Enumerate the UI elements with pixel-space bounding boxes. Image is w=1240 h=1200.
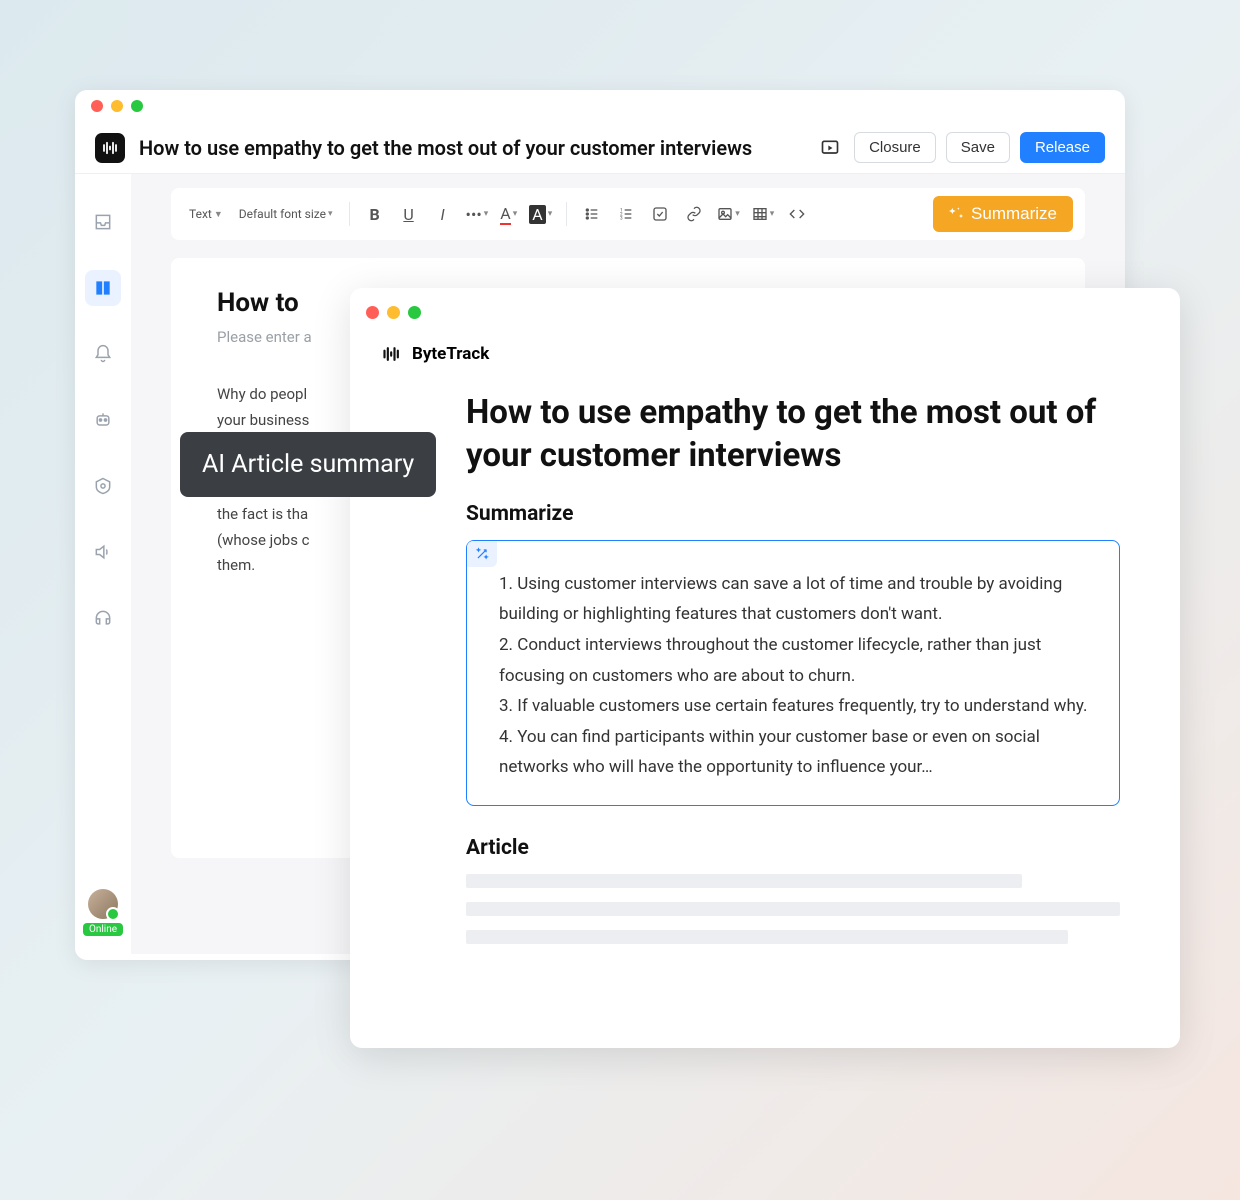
window-titlebar: [75, 90, 1125, 122]
summary-popup-window: ByteTrack How to use empathy to get the …: [350, 288, 1180, 1048]
formatting-toolbar: Text ▼ Default font size ▾ B U I ••• ▾ A…: [171, 188, 1085, 240]
svg-text:3: 3: [620, 215, 623, 221]
article-heading: Article: [466, 836, 1120, 860]
minimize-window-icon[interactable]: [111, 100, 123, 112]
magic-wand-icon[interactable]: [467, 541, 497, 567]
avatar: [88, 889, 118, 919]
font-size-select[interactable]: Default font size ▾: [233, 207, 339, 221]
article-skeleton-line: [466, 874, 1022, 888]
closure-button[interactable]: Closure: [854, 132, 936, 163]
header-actions: Closure Save Release: [816, 132, 1105, 163]
summary-box: 1. Using customer interviews can save a …: [466, 540, 1120, 806]
sidebar-item-docs[interactable]: [85, 270, 121, 306]
document-title: How to use empathy to get the most out o…: [139, 136, 802, 160]
close-window-icon[interactable]: [366, 306, 379, 319]
sidebar-item-audio[interactable]: [85, 534, 121, 570]
sidebar: Online: [75, 174, 131, 954]
sidebar-item-settings[interactable]: [85, 468, 121, 504]
highlight-color-icon[interactable]: A ▾: [525, 199, 556, 229]
code-icon[interactable]: [782, 199, 812, 229]
app-logo: [95, 133, 125, 163]
text-color-icon[interactable]: A ▾: [496, 199, 521, 229]
sidebar-item-notifications[interactable]: [85, 336, 121, 372]
bold-icon[interactable]: B: [360, 199, 390, 229]
status-badge: Online: [83, 923, 123, 936]
bullet-list-icon[interactable]: [577, 199, 607, 229]
summarize-button[interactable]: Summarize: [933, 196, 1073, 232]
save-button[interactable]: Save: [946, 132, 1010, 163]
toolbar-separator: [349, 202, 350, 226]
image-icon[interactable]: ▾: [713, 199, 744, 229]
italic-icon[interactable]: I: [428, 199, 458, 229]
summarize-heading: Summarize: [466, 502, 1120, 526]
ai-summary-tooltip: AI Article summary: [180, 432, 436, 497]
sidebar-item-inbox[interactable]: [85, 204, 121, 240]
more-formatting-icon[interactable]: ••• ▾: [462, 199, 493, 229]
brand-logo: ByteTrack: [380, 344, 1150, 364]
minimize-window-icon[interactable]: [387, 306, 400, 319]
checklist-icon[interactable]: [645, 199, 675, 229]
summary-text: 1. Using customer interviews can save a …: [467, 541, 1119, 805]
user-avatar-block[interactable]: Online: [83, 889, 123, 936]
popup-body: How to use empathy to get the most out o…: [350, 382, 1180, 988]
release-button[interactable]: Release: [1020, 132, 1105, 163]
maximize-window-icon[interactable]: [131, 100, 143, 112]
popup-article-title: How to use empathy to get the most out o…: [466, 392, 1120, 478]
document-header: How to use empathy to get the most out o…: [75, 122, 1125, 174]
brand-name: ByteTrack: [412, 344, 489, 364]
table-icon[interactable]: ▾: [748, 199, 779, 229]
text-style-select[interactable]: Text ▼: [183, 207, 229, 221]
toolbar-separator: [566, 202, 567, 226]
popup-titlebar: [350, 288, 1180, 336]
numbered-list-icon[interactable]: 123: [611, 199, 641, 229]
preview-icon[interactable]: [816, 134, 844, 162]
article-skeleton-line: [466, 902, 1120, 916]
sidebar-item-bot[interactable]: [85, 402, 121, 438]
link-icon[interactable]: [679, 199, 709, 229]
article-skeleton-line: [466, 930, 1068, 944]
sidebar-item-support[interactable]: [85, 600, 121, 636]
underline-icon[interactable]: U: [394, 199, 424, 229]
close-window-icon[interactable]: [91, 100, 103, 112]
maximize-window-icon[interactable]: [408, 306, 421, 319]
popup-brand-header: ByteTrack: [350, 336, 1180, 382]
